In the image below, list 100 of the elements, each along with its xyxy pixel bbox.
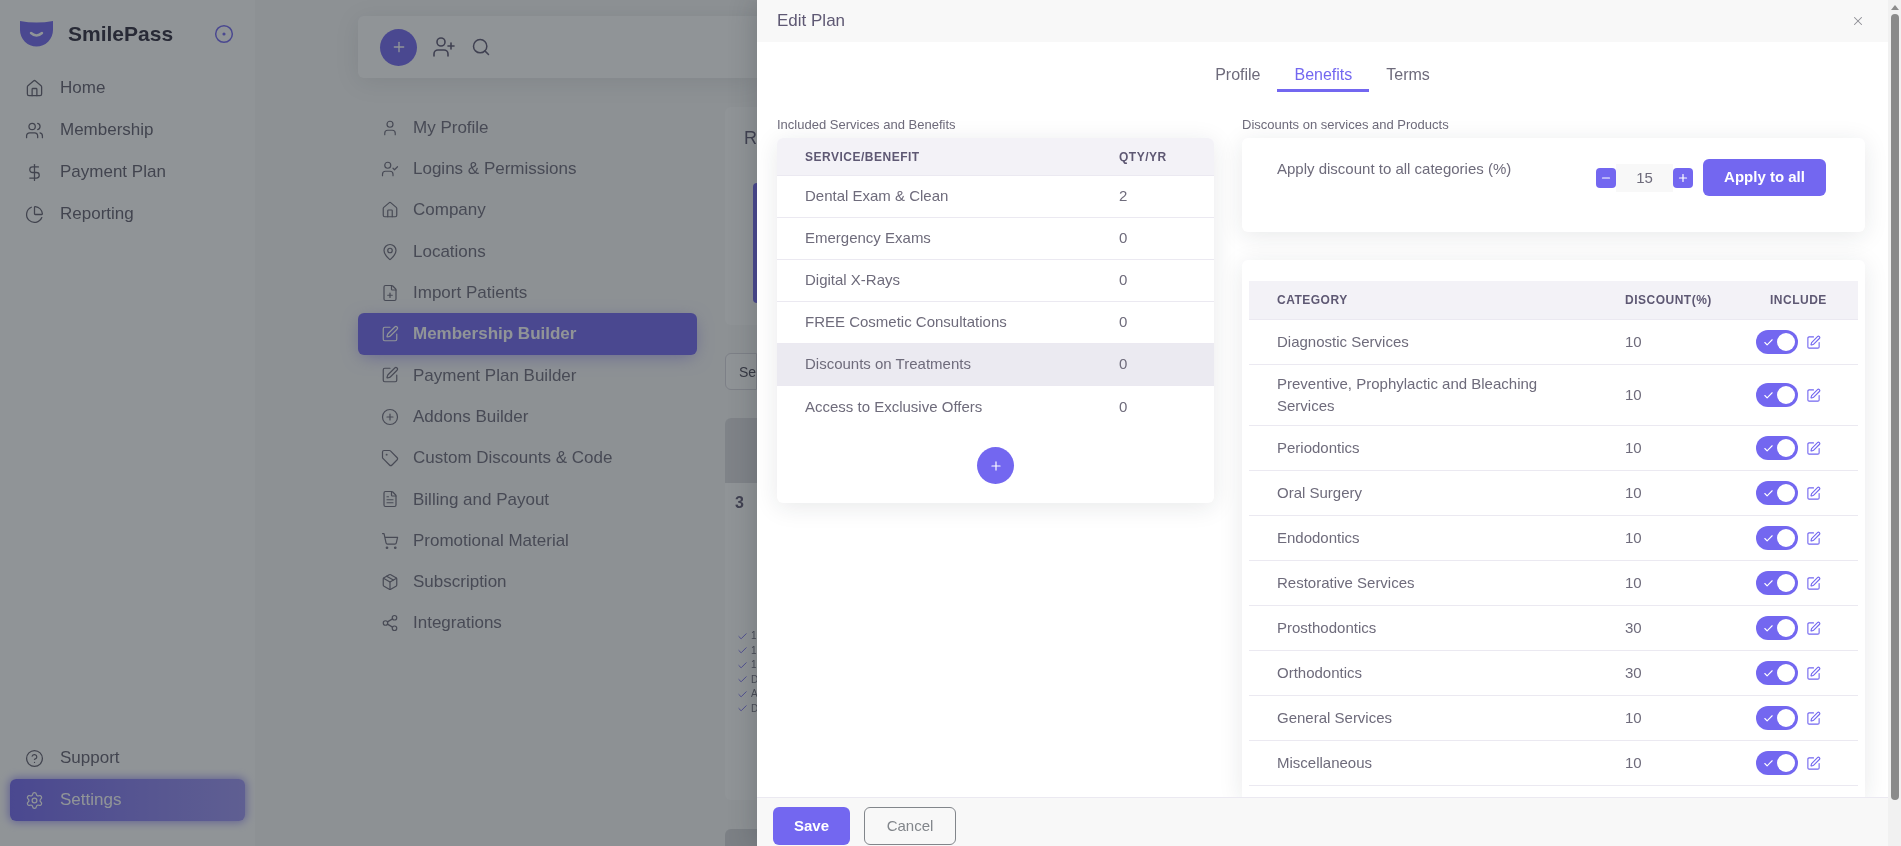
apply-discount-label: Apply discount to all categories (%) [1277, 159, 1512, 179]
section-label: Discounts on services and Products [1242, 117, 1450, 133]
settings-menu-item[interactable]: Integrations [358, 602, 697, 644]
column-header: CATEGORY [1277, 292, 1348, 309]
tab[interactable]: Benefits [1277, 63, 1370, 92]
scroll-up-arrow-icon[interactable] [1890, 5, 1899, 10]
target-icon[interactable] [214, 24, 234, 44]
table-cell-text: 2 [1119, 186, 1128, 207]
user-check-icon [381, 159, 399, 178]
check-icon [1763, 487, 1774, 499]
include-toggle[interactable] [1756, 616, 1798, 640]
settings-menu-item[interactable]: Addons Builder [358, 396, 697, 438]
column-header: DISCOUNT(%) [1625, 292, 1712, 309]
search-icon[interactable] [471, 37, 491, 57]
check-icon [737, 659, 748, 671]
settings-menu-item[interactable]: Custom Discounts & Code [358, 437, 697, 479]
increment-button[interactable] [1673, 167, 1693, 188]
settings-menu-item[interactable]: Subscription [358, 561, 697, 603]
search-field[interactable]: Se [725, 353, 757, 390]
table-cell-text: 0 [1119, 312, 1128, 333]
user-icon [381, 118, 399, 137]
table-cell-text: Oral Surgery [1277, 483, 1363, 503]
settings-menu-item[interactable]: Import Patients [358, 272, 697, 314]
plus-icon [1677, 171, 1689, 184]
decrement-button[interactable] [1596, 167, 1616, 188]
edit-icon[interactable] [1806, 575, 1821, 591]
table-cell-text: 0 [1119, 228, 1128, 249]
settings-menu-item[interactable]: My Profile [358, 107, 697, 149]
table-row[interactable]: Digital X-Rays 0 [777, 260, 1214, 302]
nav-item[interactable]: Payment Plan [10, 151, 245, 193]
add-button[interactable] [380, 28, 417, 66]
nav-item[interactable]: Membership [10, 109, 245, 151]
include-toggle[interactable] [1756, 751, 1798, 775]
tag-icon [381, 449, 399, 467]
logo-icon [20, 21, 53, 47]
card-banner [725, 418, 757, 483]
check-icon [1763, 622, 1774, 634]
edit-icon[interactable] [1806, 387, 1821, 403]
settings-menu-item[interactable]: Logins & Permissions [358, 148, 697, 190]
feature-text: 1 [751, 644, 757, 657]
close-button[interactable] [1851, 14, 1865, 28]
plus-icon [988, 458, 1003, 473]
plus-circle-icon [381, 407, 399, 426]
apply-to-all-button[interactable]: Apply to all [1703, 159, 1826, 196]
include-toggle[interactable] [1756, 481, 1798, 505]
column-header: SERVICE/BENEFIT [805, 148, 920, 166]
tab[interactable]: Profile [1198, 63, 1278, 92]
edit-icon[interactable] [1806, 334, 1821, 350]
save-button[interactable]: Save [773, 807, 850, 845]
include-toggle[interactable] [1756, 436, 1798, 460]
feature-text: A [751, 688, 757, 701]
close-icon [1851, 14, 1865, 28]
table-cell-text: Restorative Services [1277, 573, 1415, 593]
table-row[interactable]: Dental Exam & Clean 2 [777, 176, 1214, 218]
map-pin-icon [381, 242, 399, 261]
edit-icon[interactable] [1806, 710, 1821, 726]
edit-icon[interactable] [1806, 755, 1821, 771]
tab[interactable]: Terms [1369, 63, 1447, 92]
table-cell-text: 10 [1625, 527, 1642, 548]
settings-menu-item[interactable]: Payment Plan Builder [358, 354, 697, 397]
settings-menu-item[interactable]: Billing and Payout [358, 478, 697, 520]
nav-item[interactable]: Home [10, 67, 245, 109]
add-benefit-button[interactable] [977, 447, 1014, 484]
include-toggle[interactable] [1756, 706, 1798, 730]
settings-menu-item[interactable]: Membership Builder [358, 313, 697, 355]
file-plus-icon [381, 283, 399, 302]
discount-input[interactable]: 15 [1616, 163, 1673, 192]
settings-icon [25, 790, 44, 810]
table-cell-text: Prosthodontics [1277, 618, 1377, 638]
table-cell-text: 10 [1625, 707, 1642, 728]
user-plus-icon[interactable] [432, 35, 456, 59]
edit-icon[interactable] [1806, 440, 1821, 456]
check-icon [737, 630, 748, 642]
table-cell-text: FREE Cosmetic Consultations [805, 312, 1007, 333]
edit-icon[interactable] [1806, 530, 1821, 546]
edit-icon[interactable] [1806, 485, 1821, 501]
table-row[interactable]: FREE Cosmetic Consultations 0 [777, 302, 1214, 344]
document-icon [381, 490, 399, 509]
cancel-button[interactable]: Cancel [864, 807, 956, 845]
table-cell-text: 10 [1625, 331, 1642, 352]
settings-menu-item[interactable]: Promotional Material [358, 519, 697, 562]
edit-icon[interactable] [1806, 620, 1821, 636]
scrollbar-thumb[interactable] [1890, 14, 1899, 800]
settings-menu-item[interactable]: Locations [358, 230, 697, 273]
include-toggle[interactable] [1756, 526, 1798, 550]
include-toggle[interactable] [1756, 661, 1798, 685]
nav-item[interactable]: Settings [10, 779, 245, 821]
include-toggle[interactable] [1756, 571, 1798, 595]
scrollbar[interactable] [1888, 0, 1901, 846]
settings-menu-item[interactable]: Company [358, 189, 697, 231]
edit-icon[interactable] [1806, 665, 1821, 681]
table-row[interactable]: Emergency Exams 0 [777, 218, 1214, 260]
table-row[interactable]: Discounts on Treatments 0 [777, 344, 1214, 386]
include-toggle[interactable] [1756, 330, 1798, 354]
table-cell-text: Miscellaneous [1277, 753, 1373, 773]
nav-item[interactable]: Support [10, 737, 245, 779]
table-row[interactable]: Access to Exclusive Offers 0 [777, 386, 1214, 428]
nav-item[interactable]: Reporting [10, 193, 245, 235]
include-toggle[interactable] [1756, 383, 1798, 407]
edit-icon [381, 325, 399, 344]
